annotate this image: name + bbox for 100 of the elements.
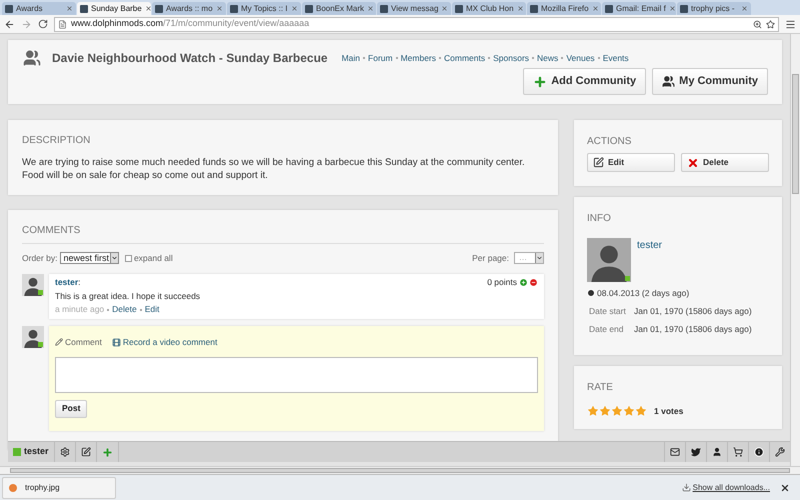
favicon-icon	[380, 4, 388, 12]
action-button[interactable]: Edit	[587, 153, 675, 172]
back-icon[interactable]	[4, 18, 15, 30]
browser-tab[interactable]: Sunday Barbe	[77, 2, 151, 15]
star-icon	[623, 405, 635, 418]
close-icon[interactable]	[780, 482, 790, 492]
edit-icon[interactable]	[80, 447, 91, 457]
favicon-icon	[230, 4, 238, 12]
favicon-icon	[680, 4, 688, 12]
comment-action-link[interactable]: Delete	[112, 303, 137, 316]
file-icon	[9, 484, 17, 492]
star-icon	[635, 405, 647, 418]
horizontal-scrollbar[interactable]	[0, 466, 800, 474]
star-icon	[599, 405, 611, 418]
browser-tab[interactable]: My Topics :: I	[227, 2, 301, 15]
info-label: Date end	[589, 322, 624, 336]
favicon-icon	[605, 4, 613, 12]
star-icon[interactable]	[766, 20, 775, 28]
dot-separator	[396, 57, 398, 59]
bird-icon[interactable]	[691, 447, 701, 457]
menu-icon[interactable]	[785, 18, 796, 30]
browser-tab[interactable]: Gmail: Email f	[602, 2, 676, 15]
section-heading: ACTIONS	[587, 135, 632, 149]
header-button[interactable]: My Community	[652, 68, 768, 95]
vote-up-icon[interactable]	[519, 278, 528, 287]
dot-separator	[532, 57, 534, 59]
nav-link[interactable]: Main	[342, 52, 360, 64]
comment-text: This is a great idea. I hope it succeeds	[55, 290, 202, 302]
nav-link[interactable]: Forum	[368, 52, 393, 64]
section-heading: COMMENTS	[22, 224, 82, 238]
browser-tab[interactable]: Awards :: mo	[152, 2, 226, 15]
page-title: Davie Neighbourhood Watch - Sunday Barbecue	[52, 50, 328, 67]
wrench-icon[interactable]	[775, 447, 785, 457]
settings-icon[interactable]	[60, 447, 70, 457]
nav-link[interactable]: Comments	[444, 52, 486, 64]
expand-label: expand all	[134, 252, 173, 265]
order-select[interactable]: newest first	[60, 252, 119, 264]
user-icon[interactable]	[712, 447, 722, 457]
header-button[interactable]: Add Community	[523, 68, 646, 95]
info-icon[interactable]	[754, 447, 764, 457]
comment-author[interactable]: tester	[55, 276, 78, 288]
url-text: www.dolphinmods.com/71/m/community/event/view/aaaaaa	[71, 17, 310, 30]
colon-text: :	[78, 276, 81, 288]
browser-tab[interactable]: trophy pics -	[677, 2, 751, 15]
dot-separator	[598, 57, 600, 59]
browser-tab[interactable]: Mozilla Firefo	[527, 2, 601, 15]
section-heading: RATE	[587, 381, 614, 395]
plus-icon	[533, 74, 548, 88]
address-field[interactable]: www.dolphinmods.com/71/m/community/event/view/aaaaaa	[54, 16, 779, 32]
show-downloads-link[interactable]: Show all downloads...	[692, 482, 770, 494]
browser-tab[interactable]: Awards	[2, 2, 76, 15]
description-text: We are trying to raise some much needed funds so we will be having a barbecue this Sunday at the community center. Food will be on sale for cheap so come out and support it.	[22, 156, 526, 182]
nav-link[interactable]: News	[537, 52, 558, 64]
info-value: Jan 01, 1970 (15806 days ago)	[634, 304, 752, 318]
author-link[interactable]: tester	[637, 238, 662, 282]
download-item[interactable]: trophy.jpg	[2, 476, 116, 498]
reload-icon[interactable]	[38, 19, 48, 29]
cart-icon[interactable]	[733, 447, 743, 457]
mail-icon[interactable]	[670, 447, 680, 457]
avatar-silhouette-icon	[22, 326, 44, 348]
dot-separator	[488, 57, 490, 59]
users-icon	[662, 75, 676, 88]
favicon-icon	[155, 4, 163, 12]
post-button[interactable]: Post	[55, 400, 88, 418]
section-heading: DESCRIPTION	[22, 134, 92, 148]
info-value: Jan 01, 1970 (15806 days ago)	[634, 322, 752, 336]
close-icon[interactable]	[144, 5, 151, 12]
caret-icon	[110, 253, 118, 264]
nav-link[interactable]: Sponsors	[493, 52, 530, 64]
dot-separator	[561, 57, 564, 59]
favicon-icon	[5, 4, 13, 12]
dot-separator	[140, 308, 142, 311]
plus-icon[interactable]	[102, 446, 113, 458]
vertical-scrollbar[interactable]	[790, 34, 800, 466]
edit-icon	[593, 157, 604, 168]
vote-down-icon[interactable]	[529, 278, 538, 287]
composer-tab[interactable]: Record a video comment	[112, 336, 218, 349]
nav-link[interactable]: Events	[602, 52, 629, 64]
zoom-icon[interactable]	[753, 20, 762, 28]
browser-tab[interactable]: MX Club Hon	[452, 2, 526, 15]
expand-checkbox[interactable]	[124, 254, 132, 262]
created-text: 08.04.2013 (2 days ago)	[597, 287, 690, 300]
toolbar-user[interactable]: tester	[24, 445, 49, 459]
composer-tab[interactable]: Comment	[55, 336, 102, 349]
dot-separator	[439, 57, 442, 59]
comment-action-link[interactable]: Edit	[144, 303, 160, 316]
info-label: Date start	[589, 304, 627, 318]
browser-tab[interactable]: BoonEx Mark	[302, 2, 376, 15]
favicon-icon	[530, 4, 538, 12]
votes-text: 1 votes	[654, 405, 684, 418]
avatar-silhouette-icon	[22, 274, 44, 296]
action-button[interactable]: Delete	[681, 153, 769, 172]
pencil-icon	[55, 338, 63, 346]
comment-input[interactable]	[55, 356, 538, 393]
favicon-icon	[305, 4, 313, 12]
browser-tab[interactable]: View messag	[377, 2, 451, 15]
points-text: 0 points	[487, 276, 517, 288]
nav-link[interactable]: Members	[400, 52, 436, 64]
nav-link[interactable]: Venues	[566, 52, 595, 64]
star-rating[interactable]	[587, 405, 647, 418]
